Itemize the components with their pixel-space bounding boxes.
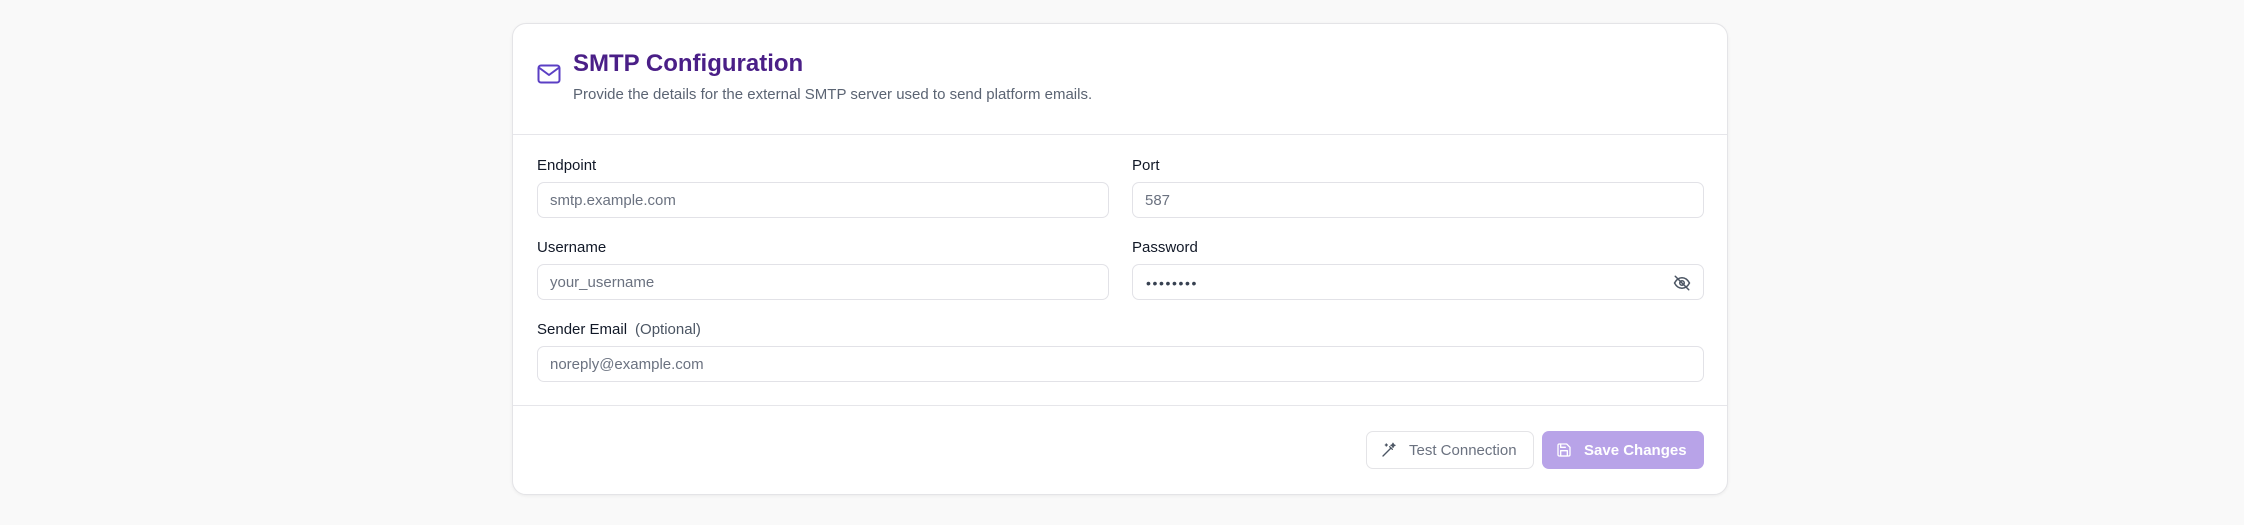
- sender-email-label-text: Sender Email: [537, 321, 628, 338]
- eye-off-icon[interactable]: [1673, 274, 1691, 292]
- page-subtitle: Provide the details for the external SMT…: [573, 86, 1093, 103]
- test-connection-label: Test Connection: [1409, 441, 1517, 459]
- endpoint-label: Endpoint: [537, 157, 597, 174]
- card-header: SMTP Configuration Provide the details f…: [513, 24, 1727, 135]
- wand-icon: [1382, 442, 1396, 457]
- sender-email-input[interactable]: [537, 346, 1704, 382]
- password-label: Password: [1132, 239, 1198, 256]
- sender-email-label: Sender Email (Optional): [537, 321, 701, 338]
- page-title: SMTP Configuration: [573, 50, 804, 77]
- save-changes-button[interactable]: Save Changes: [1542, 431, 1704, 469]
- password-value: ••••••••: [1146, 275, 1199, 291]
- optional-tag: (Optional): [635, 321, 701, 338]
- port-input[interactable]: [1132, 182, 1704, 218]
- save-icon: [1557, 443, 1571, 457]
- save-changes-label: Save Changes: [1584, 441, 1687, 459]
- test-connection-button[interactable]: Test Connection: [1366, 431, 1534, 469]
- mail-icon: [537, 64, 561, 84]
- username-input[interactable]: [537, 264, 1109, 300]
- smtp-config-card: SMTP Configuration Provide the details f…: [512, 23, 1728, 495]
- password-input[interactable]: ••••••••: [1132, 264, 1704, 300]
- username-label: Username: [537, 239, 607, 256]
- footer-divider: [513, 405, 1727, 406]
- port-label: Port: [1132, 157, 1160, 174]
- endpoint-input[interactable]: [537, 182, 1109, 218]
